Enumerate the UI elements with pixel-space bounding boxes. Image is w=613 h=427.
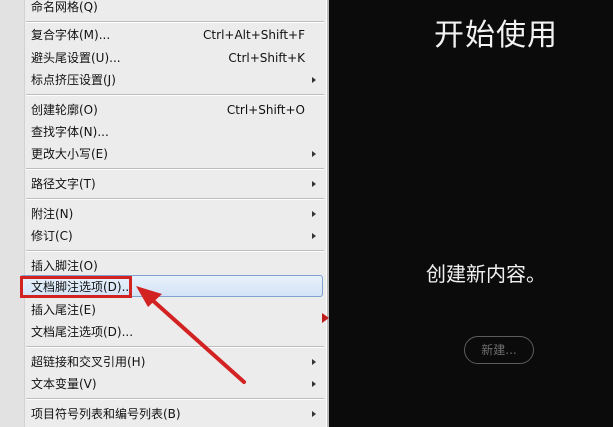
- new-document-button[interactable]: 新建...: [464, 336, 534, 364]
- start-title: 开始使用: [434, 18, 558, 53]
- red-pointer-icon: [322, 313, 329, 323]
- create-new-content-text: 创建新内容。: [426, 262, 546, 286]
